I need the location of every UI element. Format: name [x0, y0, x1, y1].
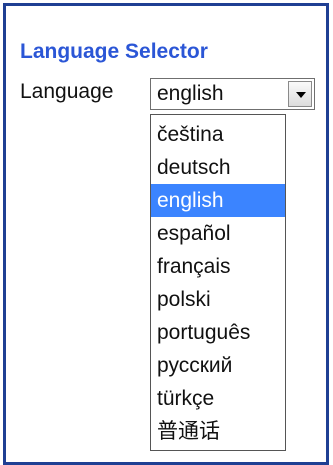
- language-option-deutsch[interactable]: deutsch: [151, 151, 285, 184]
- language-panel: Language Selector Language english češti…: [3, 3, 329, 465]
- language-option-polski[interactable]: polski: [151, 283, 285, 316]
- language-select[interactable]: english: [150, 78, 315, 110]
- language-dropdown-list: čeština deutsch english español français…: [150, 114, 286, 451]
- language-option-russkiy[interactable]: русский: [151, 349, 285, 382]
- language-option-cestina[interactable]: čeština: [151, 118, 285, 151]
- dropdown-button[interactable]: [288, 81, 312, 107]
- language-option-english[interactable]: english: [151, 184, 285, 217]
- chevron-down-icon: [296, 92, 306, 98]
- language-option-portugues[interactable]: português: [151, 316, 285, 349]
- language-select-value: english: [157, 82, 224, 105]
- language-option-turkce[interactable]: türkçe: [151, 382, 285, 415]
- language-option-francais[interactable]: français: [151, 250, 285, 283]
- language-option-espanol[interactable]: español: [151, 217, 285, 250]
- language-label: Language: [20, 80, 114, 103]
- language-option-putonghua[interactable]: 普通话: [151, 415, 285, 448]
- panel-title: Language Selector: [20, 40, 208, 63]
